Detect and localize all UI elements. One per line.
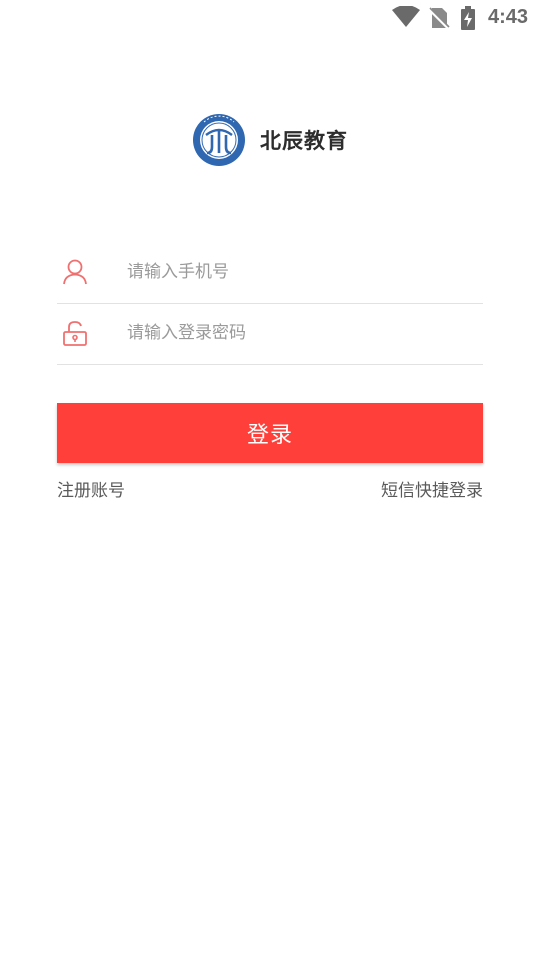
password-field-row (57, 304, 483, 365)
beichen-logo-icon (193, 114, 245, 166)
battery-charging-icon (461, 6, 475, 30)
user-icon (63, 259, 87, 285)
login-screen: 4:43 北辰教育 登录 (0, 0, 540, 960)
phone-field-row (57, 243, 483, 304)
wifi-icon (392, 6, 420, 27)
sms-login-link[interactable]: 短信快捷登录 (381, 476, 483, 501)
unlock-icon (63, 321, 87, 346)
login-button[interactable]: 登录 (57, 403, 483, 463)
brand-name: 北辰教育 (260, 129, 348, 153)
brand-header: 北辰教育 (0, 112, 540, 168)
password-input[interactable] (127, 318, 467, 348)
status-bar: 4:43 (0, 0, 540, 36)
auxiliary-links: 注册账号 短信快捷登录 (57, 476, 483, 501)
status-time: 4:43 (487, 6, 528, 28)
no-sim-icon (428, 7, 450, 30)
register-link[interactable]: 注册账号 (57, 476, 125, 501)
phone-input[interactable] (127, 257, 467, 287)
